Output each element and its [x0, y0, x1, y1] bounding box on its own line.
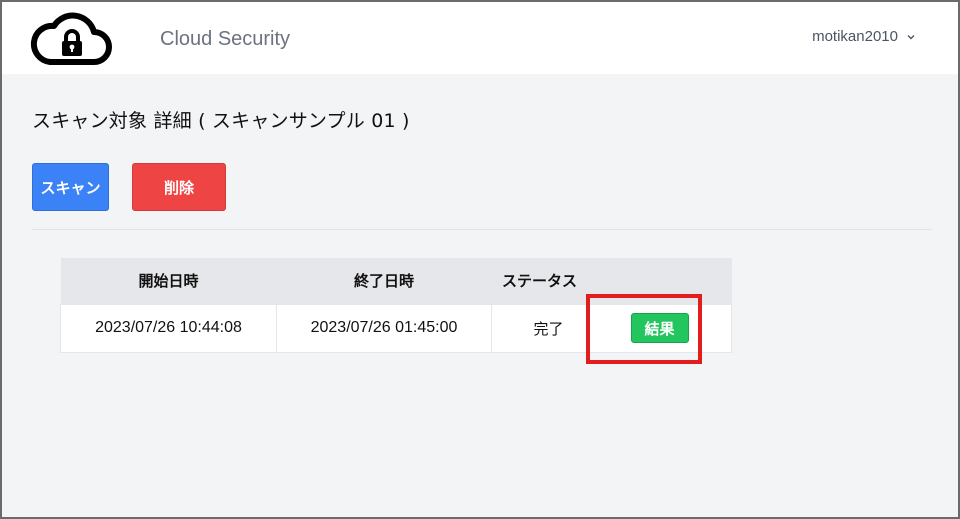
top-navbar: Cloud Security motikan2010 — [2, 2, 958, 74]
user-menu[interactable]: motikan2010 — [812, 28, 916, 45]
username: motikan2010 — [812, 28, 898, 45]
cloud-lock-icon[interactable] — [30, 12, 114, 68]
column-header-start: 開始日時 — [60, 258, 277, 304]
page-title: スキャン対象 詳細 ( スキャンサンプル 01 ) — [32, 110, 410, 132]
delete-button[interactable]: 削除 — [132, 163, 226, 211]
end-datetime-cell: 2023/07/26 01:45:00 — [276, 303, 492, 353]
highlight-annotation-box — [586, 294, 702, 364]
status-cell: 完了 — [491, 303, 588, 353]
column-header-end: 終了日時 — [276, 258, 492, 304]
scan-button[interactable]: スキャン — [32, 163, 109, 211]
brand-name[interactable]: Cloud Security — [160, 28, 290, 51]
start-datetime-cell: 2023/07/26 10:44:08 — [60, 303, 277, 353]
column-header-status: ステータス — [491, 258, 588, 304]
app-window: Cloud Security motikan2010 スキャン対象 詳細 ( ス… — [0, 0, 960, 519]
chevron-down-icon — [907, 34, 915, 39]
section-divider — [32, 229, 932, 230]
